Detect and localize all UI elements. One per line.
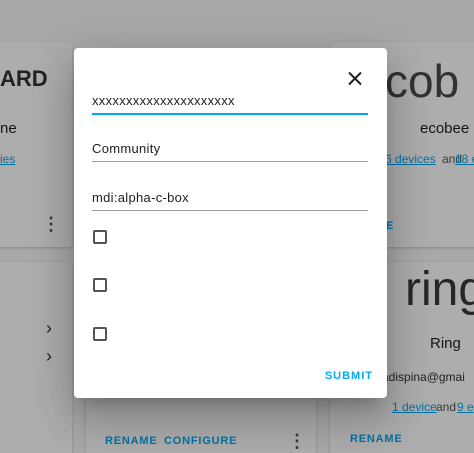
icon-input[interactable] — [92, 187, 368, 207]
field-underline — [92, 161, 368, 162]
field-underline — [92, 210, 368, 211]
checkbox-1[interactable] — [93, 230, 107, 244]
area-input[interactable] — [92, 138, 368, 158]
text-field-2[interactable] — [92, 138, 368, 162]
text-field-1[interactable] — [92, 90, 368, 115]
checkbox-3[interactable] — [93, 327, 107, 341]
submit-button[interactable]: SUBMIT — [325, 370, 373, 382]
close-icon[interactable] — [344, 68, 366, 90]
field-underline — [92, 113, 368, 115]
checkbox-2[interactable] — [93, 278, 107, 292]
text-field-3[interactable] — [92, 187, 368, 211]
name-input[interactable] — [92, 90, 368, 110]
options-dialog: SUBMIT — [74, 48, 387, 398]
